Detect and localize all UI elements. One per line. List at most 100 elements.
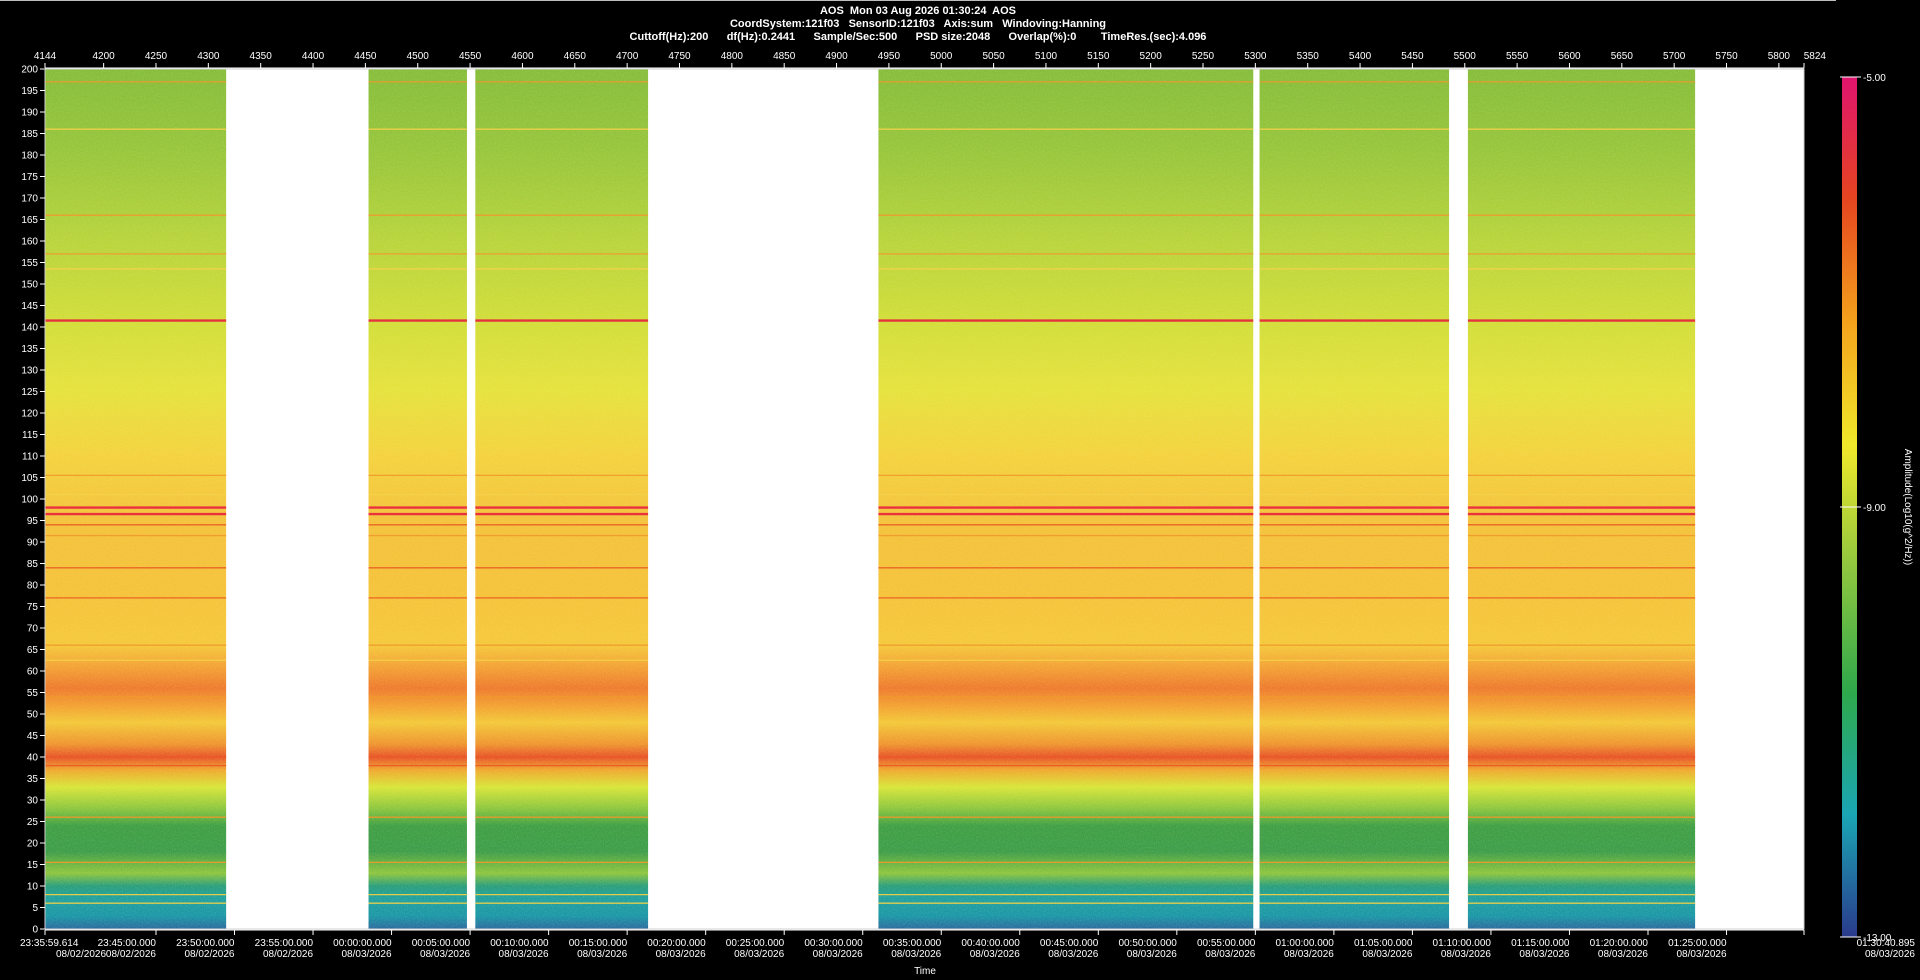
top-tick-label: 5050 (982, 51, 1005, 62)
bottom-tick-date: 08/02/2026 (106, 949, 156, 960)
bottom-tick-date: 08/02/2026 (56, 949, 106, 960)
y-tick-label: 160 (21, 237, 38, 248)
top-tick-label: 4850 (773, 51, 796, 62)
top-tick-label: 4700 (616, 51, 639, 62)
bottom-tick-date: 08/03/2026 (734, 949, 784, 960)
y-tick-label: 20 (27, 839, 39, 850)
top-tick-label: 4650 (564, 51, 587, 62)
bottom-tick-time: 23:50:00.000 (176, 938, 235, 949)
bottom-tick-date: 08/03/2026 (1676, 949, 1726, 960)
y-tick-label: 180 (21, 151, 38, 162)
y-tick-label: 125 (21, 387, 38, 398)
segment-texture (878, 69, 1254, 929)
bottom-tick-date: 08/03/2026 (342, 949, 392, 960)
bottom-tick-date: 08/03/2026 (891, 949, 941, 960)
colorbar-tick-label: -9.00 (1863, 503, 1886, 514)
top-tick-label: 5800 (1768, 51, 1791, 62)
data-segment-3 (475, 69, 649, 929)
bottom-tick-date: 08/03/2026 (1598, 949, 1648, 960)
data-segment-5 (1259, 69, 1450, 929)
y-tick-label: 100 (21, 495, 38, 506)
segment-texture (368, 69, 467, 929)
y-tick-label: 25 (27, 817, 39, 828)
bottom-tick-date: 08/03/2026 (577, 949, 627, 960)
y-tick-label: 150 (21, 280, 38, 291)
data-segment-6 (1467, 69, 1696, 929)
bottom-tick-time: 00:15:00.000 (569, 938, 628, 949)
bottom-tick-date: 08/03/2026 (499, 949, 549, 960)
y-tick-label: 55 (27, 688, 39, 699)
top-tick-label: 4250 (145, 51, 168, 62)
y-tick-label: 0 (32, 925, 38, 936)
y-tick-label: 120 (21, 409, 38, 420)
top-tick-label: 4800 (721, 51, 744, 62)
bottom-tick-date: 08/03/2026 (1441, 949, 1491, 960)
bottom-tick-time: 23:35:59.614 (20, 938, 79, 949)
y-tick-label: 165 (21, 215, 38, 226)
y-tick-label: 90 (27, 538, 39, 549)
y-tick-label: 130 (21, 366, 38, 377)
y-tick-label: 110 (22, 452, 38, 463)
bottom-tick-time: 00:10:00.000 (490, 938, 549, 949)
y-tick-label: 195 (21, 86, 38, 97)
top-tick-label: 5600 (1558, 51, 1581, 62)
top-tick-label: 5150 (1087, 51, 1110, 62)
bottom-tick-time: 01:20:00.000 (1590, 938, 1649, 949)
bottom-tick-date: 08/03/2026 (1048, 949, 1098, 960)
y-tick-label: 200 (21, 65, 38, 76)
bottom-tick-time: 00:00:00.000 (333, 938, 392, 949)
top-tick-label: 4200 (93, 51, 116, 62)
top-tick-label: 5250 (1192, 51, 1215, 62)
bottom-tick-time: 00:55:00.000 (1197, 938, 1256, 949)
bottom-tick-time: 01:00:00.000 (1275, 938, 1334, 949)
bottom-tick-date: 08/02/2026 (263, 949, 313, 960)
y-tick-label: 50 (27, 710, 39, 721)
bottom-tick-time: 00:30:00.000 (804, 938, 863, 949)
top-tick-label: 4950 (878, 51, 901, 62)
top-tick-label: 5650 (1611, 51, 1634, 62)
bottom-tick-date: 08/03/2026 (420, 949, 470, 960)
bottom-tick-time: 00:45:00.000 (1040, 938, 1099, 949)
y-tick-label: 45 (27, 731, 39, 742)
top-tick-label: 4450 (354, 51, 377, 62)
top-tick-label: 5750 (1715, 51, 1738, 62)
y-tick-label: 95 (27, 516, 39, 527)
top-tick-label: 4500 (407, 51, 430, 62)
top-tick-label: 5400 (1349, 51, 1372, 62)
top-tick-label: 4144 (34, 51, 57, 62)
data-segment-4 (878, 69, 1254, 929)
bottom-tick-time: 01:10:00.000 (1433, 938, 1492, 949)
y-tick-label: 155 (21, 258, 38, 269)
top-tick-label: 5200 (1140, 51, 1163, 62)
y-tick-label: 35 (27, 774, 39, 785)
segment-texture (1467, 69, 1696, 929)
x-axis-label: Time (914, 966, 936, 977)
bottom-tick-date: 08/03/2026 (656, 949, 706, 960)
top-tick-label: 5824 (1804, 51, 1827, 62)
y-tick-label: 10 (27, 882, 39, 893)
top-tick-label: 4600 (511, 51, 534, 62)
bottom-tick-time: 00:40:00.000 (961, 938, 1020, 949)
top-tick-label: 4400 (302, 51, 325, 62)
bottom-tick-time: 01:05:00.000 (1354, 938, 1413, 949)
bottom-tick-time: 23:45:00.000 (98, 938, 157, 949)
bottom-tick-time: 00:50:00.000 (1118, 938, 1177, 949)
data-segment-2 (368, 69, 467, 929)
y-tick-label: 70 (27, 624, 39, 635)
top-tick-label: 5000 (930, 51, 953, 62)
y-tick-label: 135 (21, 344, 38, 355)
bottom-tick-date: 08/03/2026 (1362, 949, 1412, 960)
colorbar-tick-label: -5.00 (1863, 73, 1886, 84)
bottom-tick-date: 08/03/2026 (1205, 949, 1255, 960)
colorbar: -5.00 -9.00 -13.00 Amplitude(Log10(g^2/Hz)) (1840, 73, 1913, 944)
bottom-tick-date: 08/03/2026 (813, 949, 863, 960)
top-tick-label: 5700 (1663, 51, 1686, 62)
top-tick-label: 5350 (1297, 51, 1320, 62)
top-tick-label: 4350 (250, 51, 273, 62)
bottom-tick-time: 01:25:00.000 (1668, 938, 1727, 949)
y-tick-label: 65 (27, 645, 39, 656)
y-tick-label: 140 (21, 323, 38, 334)
bottom-tick-date: 08/03/2026 (1519, 949, 1569, 960)
bottom-tick-time: 00:35:00.000 (883, 938, 942, 949)
bottom-tick-time: 00:05:00.000 (412, 938, 471, 949)
